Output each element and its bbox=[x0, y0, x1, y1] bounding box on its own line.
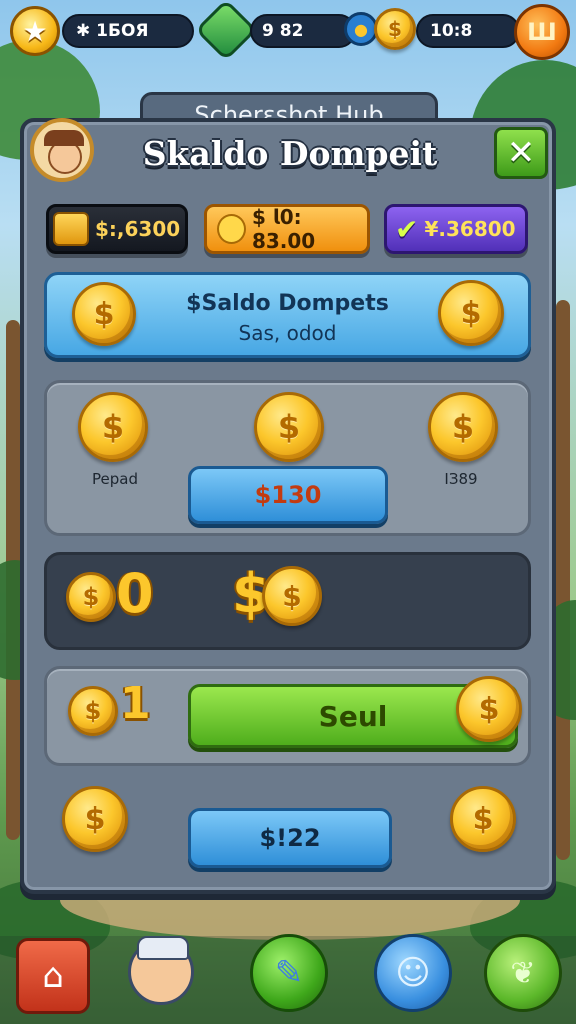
gold-coin-icon: $ bbox=[72, 282, 136, 346]
gold-coin-icon: $ bbox=[428, 392, 498, 462]
home-icon: ⌂ bbox=[42, 956, 64, 996]
left-label: Pepad bbox=[92, 470, 138, 488]
gold-coin-icon: $ bbox=[254, 392, 324, 462]
gems-pill: 9 82 bbox=[250, 14, 356, 48]
claim-button-label: $130 bbox=[254, 481, 322, 509]
gold-coin-icon: $ bbox=[374, 8, 416, 50]
currency-chest-label: $:,6300 bbox=[95, 217, 181, 241]
chest-icon bbox=[53, 212, 89, 246]
gold-coin-icon: $ bbox=[438, 280, 504, 346]
avatar[interactable] bbox=[30, 118, 94, 182]
gold-coin-icon: $ bbox=[456, 676, 522, 742]
pencil-icon: ✎ bbox=[274, 953, 304, 993]
sell-amount: 1 bbox=[120, 678, 151, 729]
gold-coin-icon: $ bbox=[62, 786, 128, 852]
gold-coin-icon: $ bbox=[450, 786, 516, 852]
shop-icon[interactable]: Ш bbox=[514, 4, 570, 60]
gold-value: 10:8 bbox=[430, 21, 473, 41]
check-icon: ✔ bbox=[395, 212, 419, 246]
gold-coin-icon[interactable]: ● bbox=[344, 12, 378, 46]
hero-button[interactable] bbox=[126, 934, 196, 1010]
right-label: ІЗ89 bbox=[444, 470, 478, 488]
gold-coin-icon: $ bbox=[68, 686, 118, 736]
gold-coin-icon bbox=[217, 214, 246, 244]
currency-gold[interactable]: $ 𝗹0: 83.00 bbox=[204, 204, 370, 254]
hero-avatar-icon bbox=[128, 936, 194, 1005]
smile-icon: ☺ bbox=[395, 953, 431, 993]
gold-pill: 10:8 bbox=[416, 14, 520, 48]
page-title: Skaldo Dompeit bbox=[142, 134, 438, 173]
top-status-bar: ★ ✱ 1БОЯ 9 82 ● $ 10:8 Ш bbox=[0, 0, 576, 62]
total-button[interactable]: $!22 bbox=[188, 808, 392, 868]
gem-icon[interactable] bbox=[194, 0, 258, 62]
currency-gem[interactable]: ✔ ¥.36800 bbox=[384, 204, 528, 254]
edit-button[interactable]: ✎ bbox=[250, 934, 328, 1012]
claim-button[interactable]: $130 bbox=[188, 466, 388, 524]
gold-coin-icon: $ bbox=[262, 566, 322, 626]
leaf-icon: ❦ bbox=[510, 955, 536, 991]
currency-gold-label: $ 𝗹0: 83.00 bbox=[251, 205, 316, 253]
gold-coin-icon: $ bbox=[78, 392, 148, 462]
close-button[interactable]: ✕ bbox=[494, 127, 548, 179]
leaf-button[interactable]: ❦ bbox=[484, 934, 562, 1012]
currency-chest[interactable]: $:,6300 bbox=[46, 204, 188, 254]
close-icon: ✕ bbox=[506, 133, 536, 173]
total-button-label: $!22 bbox=[259, 824, 321, 852]
sell-button-label: Seul bbox=[318, 699, 388, 733]
social-button[interactable]: ☺ bbox=[374, 934, 452, 1012]
gems-value: 9 82 bbox=[262, 21, 304, 41]
currency-gem-label: ¥.36800 bbox=[424, 217, 516, 241]
stat-value: ✱ 1БОЯ bbox=[76, 21, 149, 41]
stat-pill: ✱ 1БОЯ bbox=[62, 14, 194, 48]
balance-amount: 0 bbox=[116, 562, 154, 625]
gold-coin-icon: $ bbox=[66, 572, 116, 622]
home-button[interactable]: ⌂ bbox=[16, 938, 90, 1014]
star-icon[interactable]: ★ bbox=[10, 6, 60, 56]
